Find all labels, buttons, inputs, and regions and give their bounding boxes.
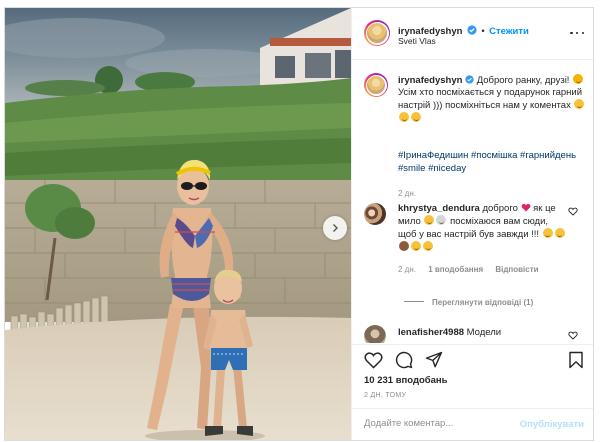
grin-emoji-icon <box>574 99 585 109</box>
smile-emoji-icon <box>423 241 433 251</box>
smile-emoji-icon <box>542 228 553 238</box>
sun-emoji-icon <box>573 74 584 84</box>
blush-emoji-icon <box>424 215 435 225</box>
view-replies-button[interactable]: Переглянути відповіді (1) <box>404 298 533 307</box>
post-header: irynafedyshyn • Стежити Sveti Vlas <box>352 8 593 60</box>
caption-username[interactable]: irynafedyshyn <box>398 75 462 86</box>
caption-age[interactable]: 2 дн. <box>398 189 416 198</box>
comment-input[interactable] <box>364 418 514 429</box>
caption-text-part-2: Усім хто посміхається у подарунок гарний… <box>398 87 583 111</box>
lens-emoji-icon <box>436 215 447 225</box>
post-location[interactable]: Sveti Vlas <box>398 36 436 46</box>
post-photo <box>5 8 351 440</box>
comment-text: khrystya_dendura доброго як це мило посм… <box>398 203 566 254</box>
hashtag-link[interactable]: #niceday <box>428 163 466 174</box>
comment-like-heart-icon[interactable] <box>568 207 578 216</box>
reply-button[interactable]: Відповісти <box>495 265 538 274</box>
add-comment-bar: Опублікувати <box>352 408 593 440</box>
comments-list: irynafedyshyn Доброго ранку, друзі! Усім… <box>352 61 593 343</box>
post-side-panel: irynafedyshyn • Стежити Sveti Vlas iryna… <box>351 8 593 440</box>
comment-text: lenafisher4988 Модели <box>398 327 566 339</box>
comment-username[interactable]: khrystya_dendura <box>398 203 480 214</box>
comment-meta: 2 дн. 1 вподобання Відповісти <box>398 265 549 274</box>
comment-text-part-1: доброго <box>482 203 518 214</box>
caption-hashtags: #ІринаФедишин #посмішка #гарнийдень #smi… <box>398 149 586 175</box>
smile-emoji-icon <box>399 112 409 122</box>
verified-badge-icon <box>467 25 477 35</box>
comment-age[interactable]: 2 дн. <box>398 265 416 274</box>
comment-avatar[interactable] <box>364 203 386 225</box>
comment-text-part-1: Модели <box>466 327 502 338</box>
hashtag-link[interactable]: #посмішка <box>471 150 517 161</box>
post-actions: 10 231 вподобань 2 ДН. ТОМУ <box>352 344 593 399</box>
comment-like-heart-icon[interactable] <box>568 331 578 340</box>
comment-username[interactable]: lenafisher4988 <box>398 327 464 338</box>
heart-emoji-icon <box>521 203 530 212</box>
bookmark-icon[interactable] <box>568 351 584 369</box>
smile-emoji-icon <box>554 228 565 238</box>
comment-text-part-3: посміхаюся вам сюди, щоб у вас настрій б… <box>398 216 549 240</box>
caption-text-part-1: Доброго ранку, друзі! <box>476 75 570 86</box>
hashtag-link[interactable]: #ІринаФедишин <box>398 150 468 161</box>
likes-count[interactable]: 10 231 вподобань <box>364 375 448 386</box>
comment-avatar[interactable] <box>364 325 386 343</box>
person-emoji-icon <box>399 241 409 251</box>
replies-divider <box>404 301 424 302</box>
hashtag-link[interactable]: #smile <box>398 163 425 174</box>
next-arrow-icon <box>333 224 338 232</box>
comment-likes[interactable]: 1 вподобання <box>428 265 483 274</box>
more-options-icon[interactable] <box>570 26 584 40</box>
post-timestamp[interactable]: 2 ДН. ТОМУ <box>364 392 406 399</box>
caption-avatar[interactable] <box>364 73 388 97</box>
smile-emoji-icon <box>411 112 421 122</box>
hashtag-link[interactable]: #гарнийдень <box>520 150 576 161</box>
view-replies-label: Переглянути відповіді (1) <box>432 298 534 307</box>
beach-photo <box>5 8 351 440</box>
heart-icon[interactable] <box>364 351 383 369</box>
smile-emoji-icon <box>411 241 421 251</box>
comment-icon[interactable] <box>395 351 413 369</box>
verified-badge-icon <box>465 75 474 84</box>
follow-button[interactable]: Стежити <box>489 26 529 37</box>
caption-text: irynafedyshyn Доброго ранку, друзі! Усім… <box>398 74 586 125</box>
next-photo-button[interactable] <box>323 216 347 240</box>
share-icon[interactable] <box>425 351 443 369</box>
post-dialog: irynafedyshyn • Стежити Sveti Vlas iryna… <box>4 7 594 441</box>
author-avatar[interactable] <box>364 20 390 46</box>
publish-button[interactable]: Опублікувати <box>520 419 584 430</box>
